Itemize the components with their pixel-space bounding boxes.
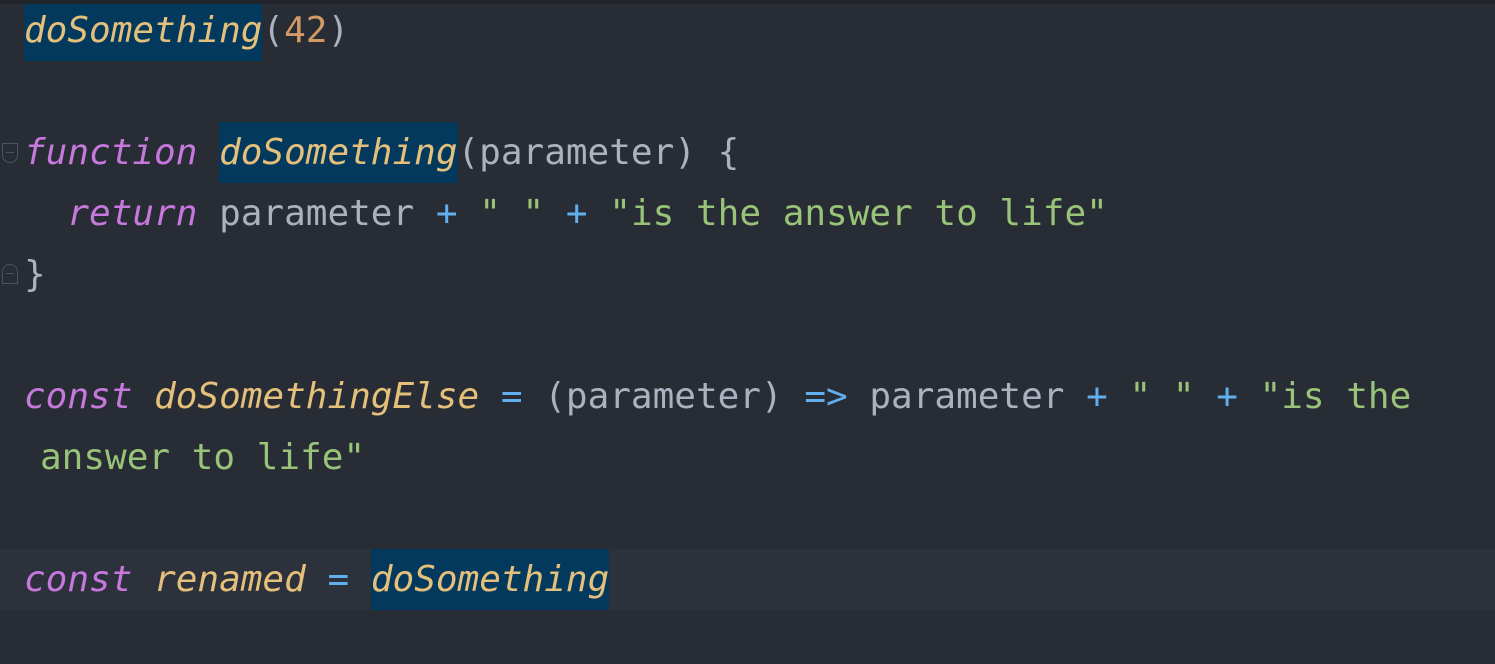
code-line-5[interactable]: } [0, 244, 1495, 305]
fold-open-icon[interactable] [2, 143, 18, 163]
operator-equals: = [500, 376, 523, 417]
paren-open: ( [262, 10, 285, 51]
reference-doSomething[interactable]: doSomething [370, 549, 610, 610]
operator-arrow: => [804, 376, 848, 417]
code-line-4[interactable]: return parameter + " " + "is the answer … [0, 183, 1495, 244]
brace-close: } [24, 254, 46, 295]
string-answer-start: "is the [1259, 376, 1412, 417]
arrow-params: (parameter) [522, 376, 805, 417]
variable-doSomethingElse[interactable]: doSomethingElse [154, 366, 479, 427]
code-editor[interactable]: doSomething(42) function doSomething(par… [0, 0, 1495, 664]
variable-renamed[interactable]: renamed [154, 549, 306, 610]
paren-close: ) [327, 10, 350, 51]
identifier-parameter: parameter [847, 376, 1087, 417]
keyword-const: const [24, 376, 133, 417]
operator-plus: + [1216, 376, 1238, 417]
identifier-parameter: parameter [197, 193, 436, 234]
keyword-const: const [24, 559, 133, 600]
operator-plus: + [565, 193, 588, 234]
code-line-3[interactable]: function doSomething(parameter) { [0, 122, 1495, 183]
number-literal: 42 [284, 10, 328, 51]
operator-plus: + [1086, 376, 1108, 417]
function-params: (parameter) { [457, 132, 740, 173]
code-line-7[interactable]: const doSomethingElse = (parameter) => p… [0, 366, 1495, 427]
fold-close-icon[interactable] [2, 264, 18, 284]
function-call-doSomething[interactable]: doSomething [24, 4, 263, 61]
string-space: " " [1129, 376, 1195, 417]
code-line-9[interactable]: const renamed = doSomething [0, 549, 1495, 610]
code-line-1[interactable]: doSomething(42) [0, 4, 1495, 61]
code-line-7-wrapped[interactable]: answer to life" [0, 427, 1495, 488]
keyword-function: function [24, 132, 198, 173]
function-name-doSomething[interactable]: doSomething [219, 122, 458, 183]
operator-plus: + [435, 193, 458, 234]
string-answer: "is the answer to life" [609, 193, 1108, 234]
operator-equals: = [327, 559, 350, 600]
string-answer-end: answer to life" [40, 437, 366, 478]
string-space: " " [479, 193, 545, 234]
keyword-return: return [67, 193, 198, 234]
